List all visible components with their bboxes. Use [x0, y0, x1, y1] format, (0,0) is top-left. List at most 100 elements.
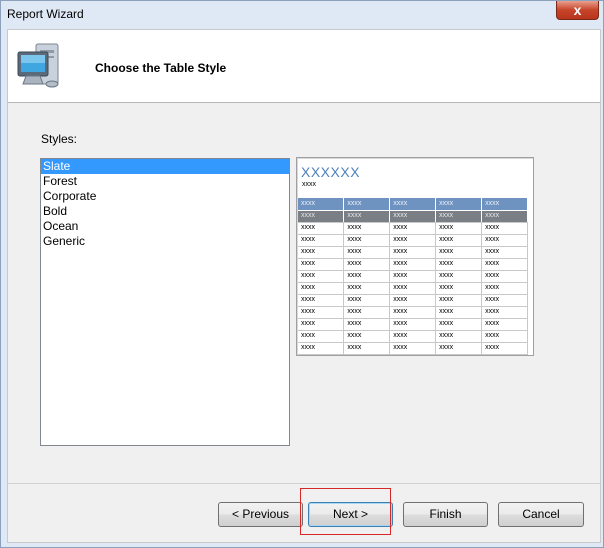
preview-row: xxxx xxxx xxxx xxxx xxxx [298, 330, 528, 343]
preview-row: xxxx xxxx xxxx xxxx xxxx [298, 270, 528, 283]
preview-cell: xxxx [389, 342, 437, 355]
preview-cell: xxxx [389, 306, 437, 319]
preview-cell: xxxx [435, 306, 483, 319]
preview-cell: xxxx [343, 330, 391, 343]
preview-row: xxxx xxxx xxxx xxxx xxxx [298, 222, 528, 235]
preview-row: xxxx xxxx xxxx xxxx xxxx [298, 318, 528, 331]
preview-cell: xxxx [435, 246, 483, 259]
preview-row: xxxx xxxx xxxx xxxx xxxx [298, 258, 528, 271]
preview-group-row: xxxx xxxx xxxx xxxx xxxx [298, 210, 528, 223]
preview-cell: xxxx [343, 258, 391, 271]
window-title: Report Wizard [7, 7, 84, 21]
page-title: Choose the Table Style [95, 61, 227, 75]
preview-cell: xxxx [298, 282, 345, 295]
report-wizard-window: Report Wizard x Choose the Table Style S… [0, 0, 604, 548]
wizard-body: Styles: Slate Forest Corporate Bold Ocea… [7, 103, 601, 483]
preview-cell: xxxx [389, 222, 437, 235]
finish-button[interactable]: Finish [403, 502, 488, 527]
preview-header-row: xxxx xxxx xxxx xxxx xxxx [298, 198, 528, 211]
preview-cell: xxxx [435, 294, 483, 307]
preview-cell: xxxx [389, 318, 437, 331]
preview-cell: xxxx [343, 210, 391, 223]
preview-cell: xxxx [389, 258, 437, 271]
preview-cell: xxxx [481, 330, 528, 343]
preview-row: xxxx xxxx xxxx xxxx xxxx [298, 246, 528, 259]
preview-cell: xxxx [343, 270, 391, 283]
preview-cell: xxxx [343, 342, 391, 355]
preview-cell: xxxx [435, 234, 483, 247]
preview-row: xxxx xxxx xxxx xxxx xxxx [298, 234, 528, 247]
preview-cell: xxxx [481, 210, 528, 223]
preview-cell: xxxx [481, 318, 528, 331]
preview-cell: xxxx [435, 342, 483, 355]
cancel-button[interactable]: Cancel [498, 502, 584, 527]
preview-cell: xxxx [481, 198, 528, 211]
preview-cell: xxxx [343, 294, 391, 307]
preview-cell: xxxx [481, 258, 528, 271]
preview-table: xxxx xxxx xxxx xxxx xxxx xxxx xxxx xxxx xxxx xxxx… [298, 198, 528, 355]
styles-label: Styles: [41, 132, 78, 146]
preview-cell: xxxx [435, 270, 483, 283]
preview-cell: xxxx [389, 294, 437, 307]
preview-cell: xxxx [298, 198, 345, 211]
previous-button[interactable]: < Previous [218, 502, 303, 527]
preview-cell: xxxx [298, 210, 345, 223]
preview-row: xxxx xxxx xxxx xxxx xxxx [298, 306, 528, 319]
preview-cell: xxxx [343, 222, 391, 235]
computer-icon [17, 43, 59, 88]
style-item-corporate[interactable]: Corporate [41, 189, 289, 204]
style-item-bold[interactable]: Bold [41, 204, 289, 219]
preview-title: XXXXXX [301, 164, 361, 180]
preview-cell: xxxx [481, 282, 528, 295]
preview-cell: xxxx [481, 342, 528, 355]
preview-cell: xxxx [298, 258, 345, 271]
styles-listbox[interactable]: Slate Forest Corporate Bold Ocean Generi… [40, 158, 290, 446]
style-item-slate[interactable]: Slate [41, 159, 289, 174]
preview-cell: xxxx [389, 198, 437, 211]
preview-cell: xxxx [389, 270, 437, 283]
preview-cell: xxxx [298, 222, 345, 235]
close-icon: x [573, 2, 582, 18]
style-item-ocean[interactable]: Ocean [41, 219, 289, 234]
preview-cell: xxxx [389, 234, 437, 247]
preview-cell: xxxx [481, 270, 528, 283]
style-item-forest[interactable]: Forest [41, 174, 289, 189]
preview-cell: xxxx [435, 282, 483, 295]
preview-cell: xxxx [343, 318, 391, 331]
preview-cell: xxxx [435, 222, 483, 235]
preview-cell: xxxx [481, 246, 528, 259]
preview-cell: xxxx [298, 234, 345, 247]
preview-cell: xxxx [343, 282, 391, 295]
title-bar: Report Wizard [1, 1, 603, 29]
preview-row: xxxx xxxx xxxx xxxx xxxx [298, 282, 528, 295]
preview-cell: xxxx [298, 270, 345, 283]
preview-cell: xxxx [389, 210, 437, 223]
preview-cell: xxxx [389, 282, 437, 295]
preview-cell: xxxx [481, 306, 528, 319]
preview-cell: xxxx [298, 246, 345, 259]
preview-cell: xxxx [298, 330, 345, 343]
preview-cell: xxxx [343, 246, 391, 259]
preview-cell: xxxx [481, 294, 528, 307]
preview-cell: xxxx [343, 234, 391, 247]
style-item-generic[interactable]: Generic [41, 234, 289, 249]
preview-cell: xxxx [298, 306, 345, 319]
next-button-highlight [300, 488, 391, 535]
preview-cell: xxxx [298, 342, 345, 355]
preview-cell: xxxx [435, 198, 483, 211]
preview-cell: xxxx [298, 294, 345, 307]
preview-cell: xxxx [389, 330, 437, 343]
preview-subtitle: xxxx [302, 181, 316, 188]
preview-cell: xxxx [343, 306, 391, 319]
preview-cell: xxxx [343, 198, 391, 211]
preview-cell: xxxx [481, 222, 528, 235]
close-button[interactable]: x [556, 1, 599, 20]
style-preview: XXXXXX xxxx xxxx xxxx xxxx xxxx xxxx xxxx xxxx… [296, 157, 534, 356]
preview-cell: xxxx [435, 210, 483, 223]
preview-row: xxxx xxxx xxxx xxxx xxxx [298, 342, 528, 355]
wizard-header: Choose the Table Style [7, 29, 601, 103]
preview-cell: xxxx [481, 234, 528, 247]
preview-cell: xxxx [435, 318, 483, 331]
preview-cell: xxxx [435, 258, 483, 271]
preview-cell: xxxx [435, 330, 483, 343]
